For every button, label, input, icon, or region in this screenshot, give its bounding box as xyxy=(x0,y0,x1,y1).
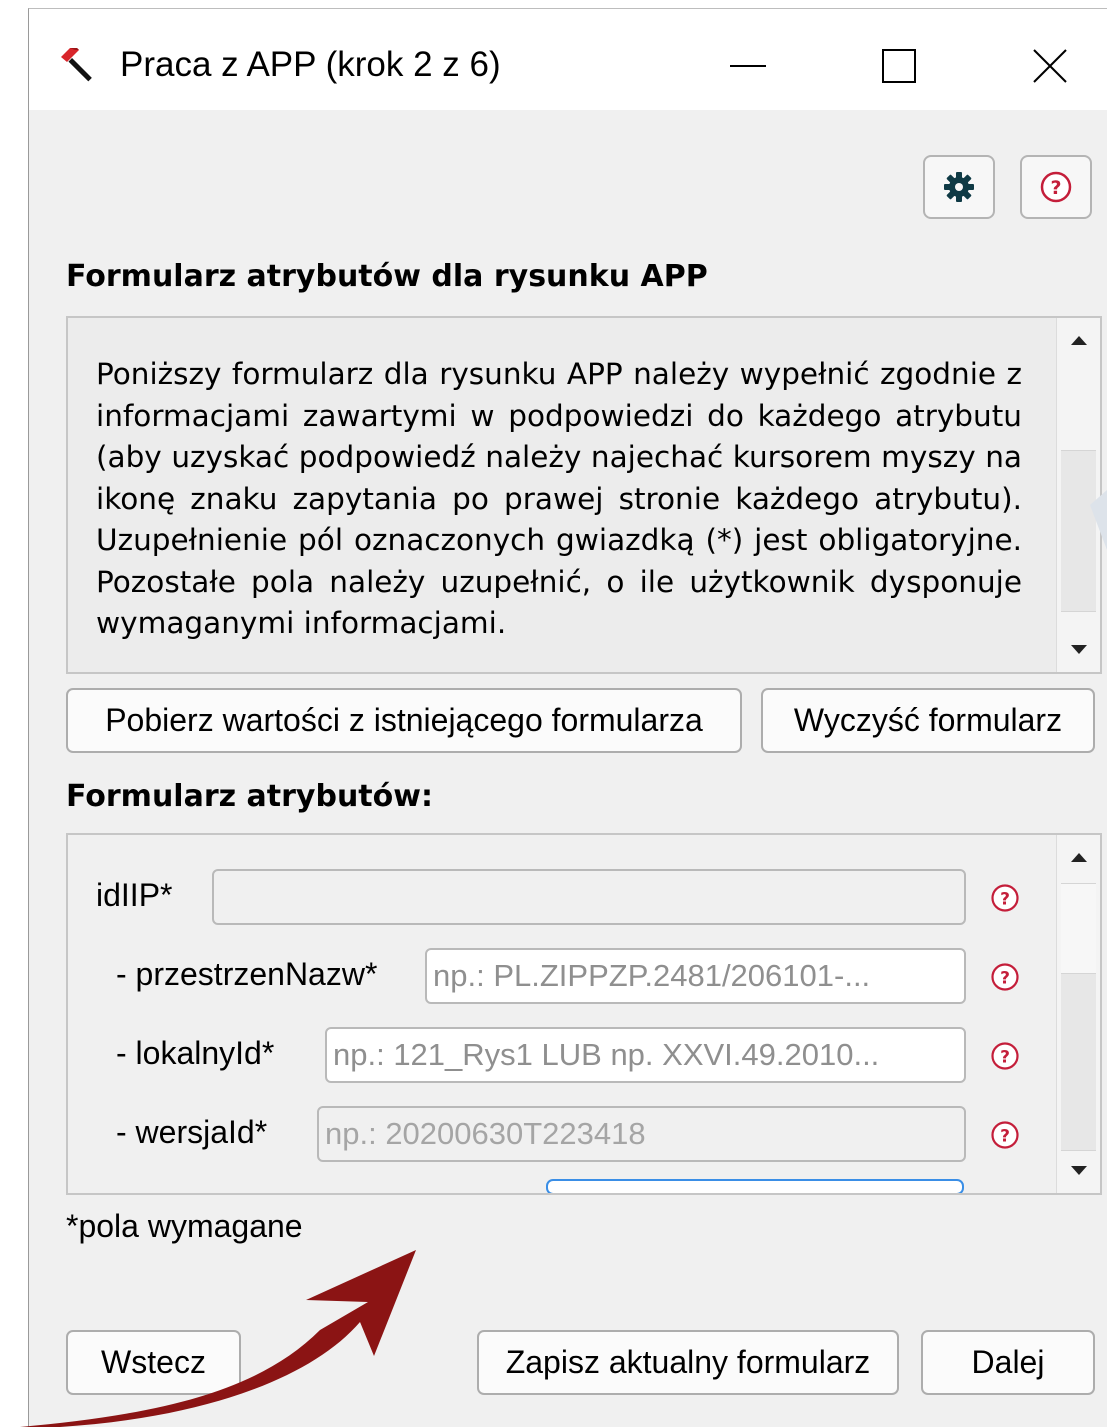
idiip-input[interactable] xyxy=(212,869,966,925)
triangle-up-icon xyxy=(1070,853,1087,862)
svg-text:?: ? xyxy=(1000,890,1010,910)
svg-text:?: ? xyxy=(1000,1048,1010,1068)
maximize-button[interactable] xyxy=(864,31,934,101)
hammer-icon xyxy=(61,48,92,82)
close-icon xyxy=(1033,49,1067,83)
triangle-down-icon xyxy=(1070,645,1087,654)
lokalnyid-input[interactable] xyxy=(325,1027,966,1083)
next-button[interactable]: Dalej xyxy=(921,1330,1095,1395)
screen: Praca z APP (krok 2 z 6) ? Formularz atr… xyxy=(0,0,1107,1427)
question-icon[interactable]: ? xyxy=(990,962,1020,992)
description-heading: Formularz atrybutów dla rysunku APP xyxy=(66,259,708,294)
help-button[interactable]: ? xyxy=(1020,155,1092,219)
question-icon[interactable]: ? xyxy=(990,883,1020,913)
scroll-up-arrow[interactable] xyxy=(1057,318,1100,362)
question-icon: ? xyxy=(1040,171,1072,203)
question-icon[interactable]: ? xyxy=(990,1120,1020,1150)
description-scroll-thumb[interactable] xyxy=(1061,450,1096,612)
dialog-window: Praca z APP (krok 2 z 6) ? Formularz atr… xyxy=(28,8,1107,1427)
triangle-up-icon xyxy=(1070,336,1087,345)
scroll-up-arrow[interactable] xyxy=(1057,835,1100,879)
svg-text:?: ? xyxy=(1050,177,1061,199)
attributes-form-panel: idIIP* ? - przestrzenNazw* ? - lokalnyId… xyxy=(66,833,1102,1195)
minimize-button[interactable] xyxy=(713,31,783,101)
load-form-button[interactable]: Pobierz wartości z istniejącego formular… xyxy=(66,688,742,753)
field-label-przestrzennazw: - przestrzenNazw* xyxy=(116,956,378,992)
field-label-wersjaid: - wersjaId* xyxy=(116,1114,268,1150)
field-label-idiip: idIIP* xyxy=(96,877,173,913)
next-field-partial[interactable] xyxy=(546,1179,964,1193)
field-label-lokalnyid: - lokalnyId* xyxy=(116,1035,275,1071)
save-form-button[interactable]: Zapisz aktualny formularz xyxy=(477,1330,899,1395)
description-panel: Poniższy formularz dla rysunku APP należ… xyxy=(66,316,1102,674)
description-scrollbar[interactable] xyxy=(1056,318,1100,672)
triangle-down-icon xyxy=(1070,1166,1087,1175)
form-scroll-track[interactable] xyxy=(1061,973,1096,1151)
wersjaid-input[interactable] xyxy=(317,1106,966,1162)
gear-icon xyxy=(944,172,974,202)
close-button[interactable] xyxy=(1015,31,1085,101)
description-text: Poniższy formularz dla rysunku APP należ… xyxy=(96,357,1022,640)
form-scroll-thumb[interactable] xyxy=(1061,883,1096,975)
form-heading: Formularz atrybutów: xyxy=(66,779,433,814)
settings-button[interactable] xyxy=(923,155,995,219)
przestrzennazw-input[interactable] xyxy=(425,948,966,1004)
minimize-icon xyxy=(730,65,766,67)
required-fields-note: *pola wymagane xyxy=(66,1208,303,1244)
question-icon[interactable]: ? xyxy=(990,1041,1020,1071)
window-title: Praca z APP (krok 2 z 6) xyxy=(120,45,501,84)
scroll-down-arrow[interactable] xyxy=(1057,628,1100,672)
svg-text:?: ? xyxy=(1000,1127,1010,1147)
form-scrollbar[interactable] xyxy=(1056,835,1100,1193)
svg-text:?: ? xyxy=(1000,969,1010,989)
back-button[interactable]: Wstecz xyxy=(66,1330,241,1395)
title-bar: Praca z APP (krok 2 z 6) xyxy=(29,9,1107,110)
scroll-down-arrow[interactable] xyxy=(1057,1149,1100,1193)
maximize-icon xyxy=(882,49,916,83)
clear-form-button[interactable]: Wyczyść formularz xyxy=(761,688,1095,753)
